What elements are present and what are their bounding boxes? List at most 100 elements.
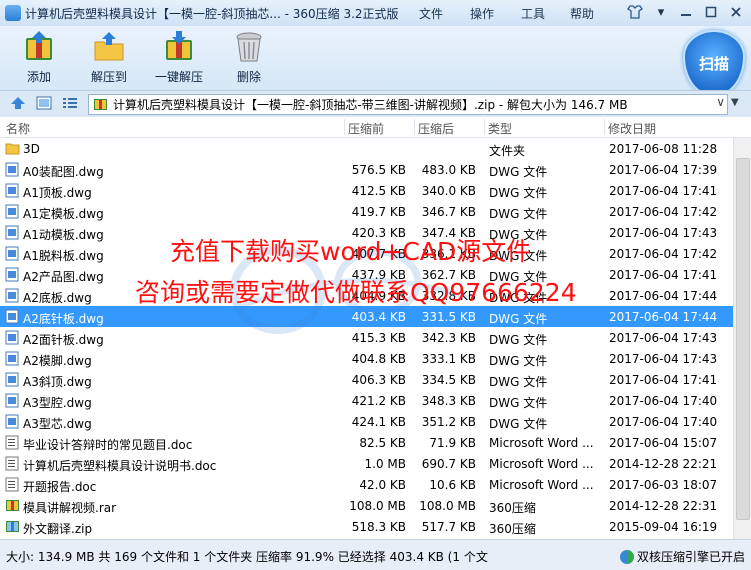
list-view-icon[interactable] <box>62 96 78 110</box>
file-row[interactable]: A2底板.dwg 404.9 KB 332.8 KB DWG 文件 2017-06-04… <box>0 285 733 306</box>
file-size-before: 404.9 KB <box>351 289 406 303</box>
file-type: DWG 文件 <box>489 291 548 305</box>
close-button[interactable] <box>725 3 747 21</box>
file-size-after: 362.7 KB <box>421 268 476 282</box>
file-modified-date: 2017-06-04 17:41 <box>609 373 718 387</box>
file-modified-date: 2017-06-04 17:42 <box>609 247 718 261</box>
file-row[interactable]: A1脱料板.dwg 407.7 KB 336.1 KB DWG 文件 2017-06-0… <box>0 243 733 264</box>
file-modified-date: 2017-06-04 17:44 <box>609 289 718 303</box>
address-dropdown-icon[interactable]: ∨ <box>716 95 725 109</box>
file-size-before: 412.5 KB <box>351 184 406 198</box>
column-divider[interactable] <box>414 119 415 135</box>
file-row[interactable]: A3斜顶.dwg 406.3 KB 334.5 KB DWG 文件 2017-06-04… <box>0 369 733 390</box>
scrollbar-thumb[interactable] <box>736 158 750 520</box>
one-click-extract-button[interactable]: 一键解压 <box>147 30 211 85</box>
file-type: DWG 文件 <box>489 396 548 410</box>
file-size-after: 331.5 KB <box>421 310 476 324</box>
column-divider[interactable] <box>344 119 345 135</box>
file-size-before: 518.3 KB <box>351 520 406 534</box>
dwg-file-icon <box>5 309 19 324</box>
delete-button[interactable]: 删除 <box>217 30 281 85</box>
file-type: DWG 文件 <box>489 333 548 347</box>
menu-operate[interactable]: 操作 <box>470 5 494 22</box>
file-row[interactable]: A1顶板.dwg 412.5 KB 340.0 KB DWG 文件 2017-06-04… <box>0 180 733 201</box>
vertical-scrollbar[interactable] <box>733 138 751 539</box>
file-name: A2底针板.dwg <box>23 312 104 326</box>
up-folder-icon[interactable] <box>10 96 26 110</box>
thumbnail-view-icon[interactable] <box>36 96 52 110</box>
dwg-file-icon <box>5 351 19 366</box>
file-size-after: 342.3 KB <box>421 331 476 345</box>
file-name: 开题报告.doc <box>23 480 97 494</box>
dual-core-engine-icon <box>619 549 634 564</box>
file-row[interactable]: A1动模板.dwg 420.3 KB 347.4 KB DWG 文件 2017-06-0… <box>0 222 733 243</box>
file-row[interactable]: A2底针板.dwg 403.4 KB 331.5 KB DWG 文件 2017-06-0… <box>0 306 733 327</box>
dwg-file-icon <box>5 162 19 177</box>
file-row[interactable]: A2面针板.dwg 415.3 KB 342.3 KB DWG 文件 2017-06-0… <box>0 327 733 348</box>
file-modified-date: 2017-06-04 17:41 <box>609 184 718 198</box>
file-row[interactable]: A3型腔.dwg 421.2 KB 348.3 KB DWG 文件 2017-06-04… <box>0 390 733 411</box>
file-size-before: 576.5 KB <box>351 163 406 177</box>
address-field[interactable]: 计算机后壳塑料模具设计【一模一腔-斜顶抽芯-带三维图-讲解视频】.zip - 解… <box>88 94 728 115</box>
word-doc-icon <box>5 456 19 471</box>
file-row[interactable]: 毕业设计答辩时的常见题目.doc 82.5 KB 71.9 KB Microsoft … <box>0 432 733 453</box>
maximize-button[interactable] <box>700 3 722 21</box>
menu-help[interactable]: 帮助 <box>570 5 594 22</box>
file-modified-date: 2017-06-04 17:43 <box>609 352 718 366</box>
scan-button[interactable]: 扫描 <box>683 30 745 96</box>
file-size-before: 437.9 KB <box>351 268 406 282</box>
history-dropdown-icon[interactable]: ▼ <box>731 97 747 111</box>
column-size-after[interactable]: 压缩后 <box>418 120 454 137</box>
column-modified[interactable]: 修改日期 <box>608 120 656 137</box>
menu-tools[interactable]: 工具 <box>521 5 545 22</box>
file-size-before: 108.0 MB <box>349 499 406 513</box>
add-button[interactable]: 添加 <box>7 30 71 85</box>
extract-to-button[interactable]: 解压到 <box>77 30 141 85</box>
column-header: 名称 压缩前 压缩后 类型 修改日期 <box>0 117 751 138</box>
file-row[interactable]: 外文翻译.zip 518.3 KB 517.7 KB 360压缩 2015-09-04 … <box>0 516 733 537</box>
column-type[interactable]: 类型 <box>488 120 512 137</box>
one-click-extract-label: 一键解压 <box>154 70 203 84</box>
file-size-after: 517.7 KB <box>421 520 476 534</box>
column-divider[interactable] <box>604 119 605 135</box>
file-name: A2模脚.dwg <box>23 354 92 368</box>
minimize-button[interactable] <box>675 3 697 21</box>
file-row[interactable]: 开题报告.doc 42.0 KB 10.6 KB Microsoft Word ...… <box>0 474 733 495</box>
menu-file[interactable]: 文件 <box>419 5 443 22</box>
file-type: 360压缩 <box>489 501 536 515</box>
extract-to-icon <box>92 30 126 64</box>
file-row[interactable]: 模具讲解视频.rar 108.0 MB 108.0 MB 360压缩 2014-12-2… <box>0 495 733 516</box>
file-name: 计算机后壳塑料模具设计说明书.doc <box>23 459 217 473</box>
file-row[interactable]: A0装配图.dwg 576.5 KB 483.0 KB DWG 文件 2017-06-0… <box>0 159 733 180</box>
file-row[interactable]: 计算机后壳塑料模具设计说明书.doc 1.0 MB 690.7 KB Microsof… <box>0 453 733 474</box>
folder-icon <box>5 141 20 156</box>
engine-status[interactable]: 双核压缩引擎已开启 <box>619 548 745 565</box>
rar-archive-icon <box>5 498 19 513</box>
file-row[interactable]: A3型芯.dwg 424.1 KB 351.2 KB DWG 文件 2017-06-04… <box>0 411 733 432</box>
file-type: DWG 文件 <box>489 375 548 389</box>
file-name: 毕业设计答辩时的常见题目.doc <box>23 438 193 452</box>
file-size-after: 340.0 KB <box>421 184 476 198</box>
file-size-after: 332.8 KB <box>421 289 476 303</box>
archive-icon <box>93 97 108 114</box>
file-row[interactable]: A2模脚.dwg 404.8 KB 333.1 KB DWG 文件 2017-06-04… <box>0 348 733 369</box>
file-modified-date: 2017-06-04 17:43 <box>609 226 718 240</box>
add-label: 添加 <box>26 70 51 84</box>
file-name: 模具讲解视频.rar <box>23 501 117 515</box>
file-size-before: 404.8 KB <box>351 352 406 366</box>
file-size-before: 403.4 KB <box>351 310 406 324</box>
file-row[interactable]: A2产品图.dwg 437.9 KB 362.7 KB DWG 文件 2017-06-0… <box>0 264 733 285</box>
file-size-before: 415.3 KB <box>351 331 406 345</box>
column-size-before[interactable]: 压缩前 <box>348 120 384 137</box>
dwg-file-icon <box>5 246 19 261</box>
file-modified-date: 2017-06-04 17:41 <box>609 268 718 282</box>
file-row[interactable]: A1定模板.dwg 419.7 KB 346.7 KB DWG 文件 2017-06-0… <box>0 201 733 222</box>
menu-dropdown-icon[interactable]: ▾ <box>650 3 672 21</box>
file-size-after: 71.9 KB <box>429 436 476 450</box>
add-archive-icon <box>22 30 56 64</box>
file-type: DWG 文件 <box>489 207 548 221</box>
column-divider[interactable] <box>484 119 485 135</box>
file-row[interactable]: 3D 文件夹 2017-06-08 11:28 <box>0 138 733 159</box>
skin-icon[interactable] <box>624 3 646 21</box>
column-name[interactable]: 名称 <box>6 120 30 137</box>
